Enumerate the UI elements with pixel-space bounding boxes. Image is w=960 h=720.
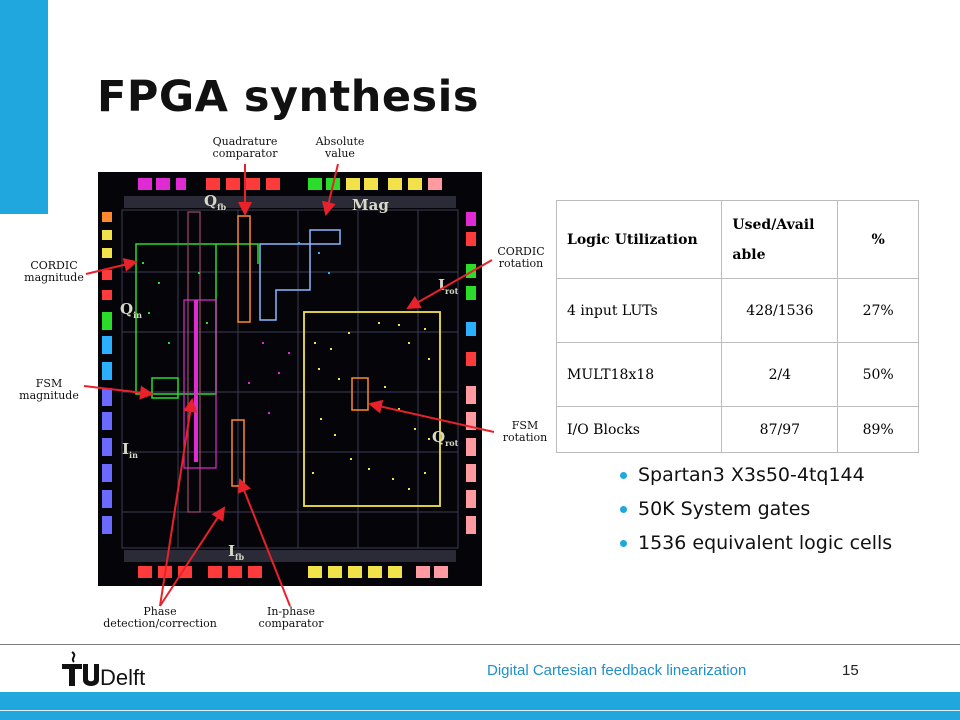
table-row: MULT18x18 2/4 50% (555, 342, 919, 407)
table-cell: 50% (837, 342, 919, 407)
table-cell: 2/4 (721, 342, 839, 407)
footer-divider (0, 644, 960, 645)
table-header-row: Logic Utilization Used/Avail able % (555, 200, 919, 279)
table-row: 4 input LUTs 428/1536 27% (555, 278, 919, 343)
list-item: 50K System gates (620, 492, 892, 526)
tudelft-logo-icon: Delft (62, 651, 145, 690)
table-cell: 87/97 (721, 406, 839, 453)
spec-bullet-list: Spartan3 X3s50-4tq144 50K System gates 1… (620, 458, 892, 560)
table-header-used-available: Used/Avail able (721, 200, 839, 279)
logic-utilization-table: Logic Utilization Used/Avail able % 4 in… (555, 200, 919, 453)
table-cell: 89% (837, 406, 919, 453)
table-cell: MULT18x18 (555, 342, 723, 407)
fpga-floorplan-figure: Quadrature comparator Absolute value COR… (0, 130, 560, 640)
table-cell: I/O Blocks (555, 406, 723, 453)
tudelft-logo: Delft (60, 650, 155, 690)
table-header-logic-utilization: Logic Utilization (555, 200, 723, 279)
table-row: I/O Blocks 87/97 89% (555, 406, 919, 453)
table-header-percent: % (837, 200, 919, 279)
list-item: 1536 equivalent logic cells (620, 526, 892, 560)
svg-text:Delft: Delft (100, 665, 145, 690)
table-cell: 27% (837, 278, 919, 343)
list-item: Spartan3 X3s50-4tq144 (620, 458, 892, 492)
footer-presentation-title: Digital Cartesian feedback linearization (487, 662, 747, 679)
page-number: 15 (842, 662, 859, 679)
slide-title: FPGA synthesis (97, 72, 479, 122)
table-cell: 4 input LUTs (555, 278, 723, 343)
table-cell: 428/1536 (721, 278, 839, 343)
annotation-arrows (83, 163, 495, 607)
footer-band (0, 692, 960, 720)
